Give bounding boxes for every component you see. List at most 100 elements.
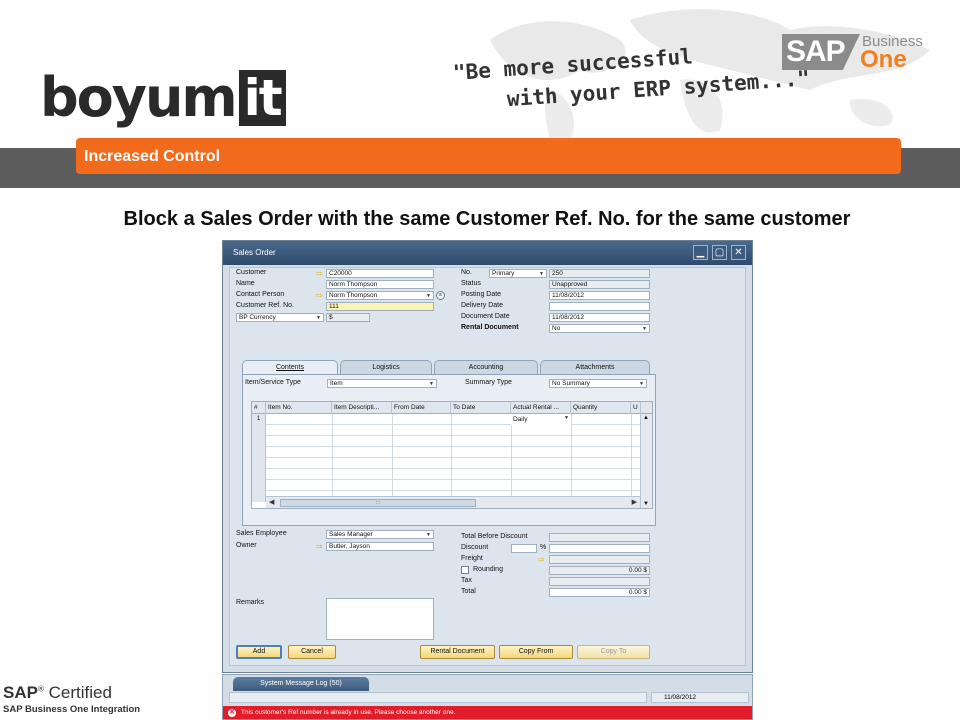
close-button[interactable]: ✕ [731, 245, 746, 260]
name-field[interactable]: Norm Thompson [326, 280, 434, 289]
customer-field[interactable]: C20000 [326, 269, 434, 278]
contact-person-select[interactable]: Norm Thompson [326, 291, 434, 300]
certified-word: Certified [43, 683, 112, 702]
scroll-thumb[interactable]: ::: [280, 499, 476, 507]
remarks-textarea[interactable] [326, 598, 434, 640]
status-label: Status [461, 280, 481, 287]
column-header-from-date[interactable]: From Date [392, 402, 451, 414]
column-header-to-date[interactable]: To Date [451, 402, 511, 414]
bp-currency-select[interactable]: BP Currency [236, 313, 324, 322]
status-field: Unapproved [549, 280, 650, 289]
column-header-number[interactable]: # [252, 402, 266, 414]
sap-certified-logo: SAP® Certified [3, 683, 112, 703]
item-service-type-label: Item/Service Type [245, 379, 301, 386]
table-header: # Item No. Item Descripti... From Date T… [252, 402, 652, 414]
discount-percent-sign: % [540, 544, 547, 551]
sales-order-form: Customer ⇨ C20000 Name Norm Thompson Con… [229, 267, 746, 666]
column-header-quantity[interactable]: Quantity [571, 402, 631, 414]
doc-number-label: No. [461, 269, 472, 276]
table-row[interactable] [252, 469, 652, 480]
rental-document-select[interactable]: No [549, 324, 650, 333]
slide-title: Block a Sales Order with the same Custom… [123, 208, 851, 230]
owner-field[interactable]: Butler, Jayson [326, 542, 434, 551]
rounding-checkbox[interactable] [461, 566, 469, 574]
freight-field [549, 555, 650, 564]
logo-word: boyum [40, 66, 238, 129]
doc-number-field: 250 [549, 269, 650, 278]
contents-pane: Item/Service Type Item Summary Type No S… [242, 374, 656, 526]
table-row[interactable] [252, 436, 652, 447]
currency-field: $ [326, 313, 370, 322]
error-message-text: This customer's Ref number is already in… [241, 709, 456, 716]
message-field [229, 692, 647, 703]
system-message-log-tab[interactable]: System Message Log (50) [233, 677, 369, 691]
minimize-button[interactable]: ▁ [693, 245, 708, 260]
table-row[interactable] [252, 458, 652, 469]
copy-to-button[interactable]: Copy To [577, 645, 650, 659]
customer-ref-field[interactable]: 111 [326, 302, 434, 311]
contact-details-icon[interactable]: ≡ [436, 291, 445, 300]
discount-amount-field[interactable] [549, 544, 650, 553]
table-row[interactable] [252, 425, 652, 436]
scroll-up-icon[interactable]: ▲ [643, 415, 649, 421]
tab-attachments[interactable]: Attachments [540, 360, 650, 374]
table-row[interactable] [252, 480, 652, 491]
window-titlebar[interactable]: Sales Order ▁ ▢ ✕ [223, 241, 752, 265]
column-header-item-no[interactable]: Item No. [266, 402, 332, 414]
delivery-date-label: Delivery Date [461, 302, 504, 309]
error-icon: ✕ [228, 709, 236, 717]
table-row[interactable] [252, 447, 652, 458]
scroll-left-icon[interactable]: ◀ [269, 497, 274, 508]
tax-field [549, 577, 650, 586]
discount-label: Discount [461, 544, 489, 551]
total-field: 0.00 $ [549, 588, 650, 597]
sales-employee-select[interactable]: Sales Manager [326, 530, 434, 539]
column-header-actual-rental[interactable]: Actual Rental ... [511, 402, 571, 414]
tab-contents[interactable]: Contents [242, 360, 338, 375]
section-label-bar: Increased Control [76, 138, 901, 174]
posting-date-label: Posting Date [461, 291, 502, 298]
cancel-button[interactable]: Cancel [288, 645, 336, 659]
copy-from-button[interactable]: Copy From [499, 645, 573, 659]
customer-ref-label: Customer Ref. No. [236, 302, 294, 309]
sap-certified-subtitle: SAP Business One Integration [3, 704, 141, 715]
posting-date-field[interactable]: 11/08/2012 [549, 291, 650, 300]
tab-logistics[interactable]: Logistics [340, 360, 432, 374]
rounding-label: Rounding [473, 566, 503, 573]
delivery-date-field[interactable] [549, 302, 650, 311]
customer-link-arrow-icon[interactable]: ⇨ [316, 270, 325, 278]
maximize-button[interactable]: ▢ [712, 245, 727, 260]
document-date-field[interactable]: 11/08/2012 [549, 313, 650, 322]
status-date: 11/08/2012 [651, 692, 749, 703]
table-row[interactable]: 1 Daily [252, 414, 652, 425]
freight-link-arrow-icon[interactable]: ⇨ [538, 556, 547, 564]
discount-percent-field[interactable] [511, 544, 537, 553]
numbering-series-select[interactable]: Primary [489, 269, 547, 278]
summary-type-select[interactable]: No Summary [549, 379, 647, 388]
actual-rental-select[interactable]: Daily [511, 414, 571, 425]
sap-certified-brand: SAP [3, 683, 38, 702]
horizontal-scrollbar[interactable]: ◀ ::: ▶ [266, 496, 640, 508]
row-number: 1 [252, 414, 266, 425]
document-date-label: Document Date [461, 313, 510, 320]
scroll-down-icon[interactable]: ▼ [643, 501, 649, 507]
vertical-scrollbar[interactable]: ▲ ▼ [640, 414, 652, 508]
item-lines-table: # Item No. Item Descripti... From Date T… [251, 401, 653, 509]
summary-type-label: Summary Type [465, 379, 512, 386]
error-message-bar: ✕ This customer's Ref number is already … [223, 706, 752, 719]
scroll-right-icon[interactable]: ▶ [632, 497, 637, 508]
logo-box: it [238, 70, 286, 126]
name-label: Name [236, 280, 255, 287]
contact-link-arrow-icon[interactable]: ⇨ [316, 292, 325, 300]
column-header-item-description[interactable]: Item Descripti... [332, 402, 392, 414]
owner-link-arrow-icon[interactable]: ⇨ [316, 543, 325, 551]
customer-label: Customer [236, 269, 267, 276]
total-before-discount-label: Total Before Discount [461, 533, 528, 540]
rental-document-button[interactable]: Rental Document [420, 645, 495, 659]
column-header-unit[interactable]: U [631, 402, 641, 414]
add-button[interactable]: Add [236, 645, 282, 659]
sales-order-window: Sales Order ▁ ▢ ✕ Customer ⇨ C20000 Name… [222, 240, 753, 673]
tab-accounting[interactable]: Accounting [434, 360, 538, 374]
item-service-type-select[interactable]: Item [327, 379, 437, 388]
sales-employee-label: Sales Employee [236, 530, 287, 537]
